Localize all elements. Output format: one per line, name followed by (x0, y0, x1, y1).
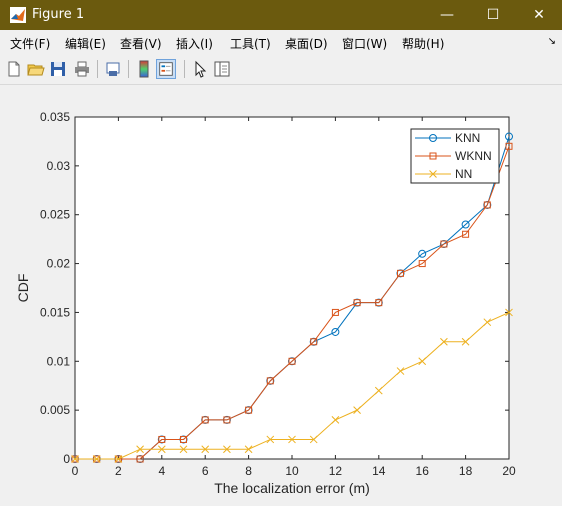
x-tick-label: 16 (416, 464, 430, 478)
x-tick-label: 14 (372, 464, 386, 478)
window-title: Figure 1 (32, 7, 85, 22)
line-chart[interactable]: 0 2 4 6 8 10 12 14 16 18 20 0 0.005 0.01 0.015 0.02 0.02… (0, 85, 562, 506)
menu-tools[interactable]: 工具(T) (230, 35, 271, 52)
legend-label-nn: NN (455, 167, 472, 181)
x-tick-label: 18 (459, 464, 473, 478)
x-tick-label: 2 (115, 464, 122, 478)
colorbar-icon[interactable] (134, 59, 154, 79)
menu-window[interactable]: 窗口(W) (342, 35, 387, 52)
close-button[interactable]: ✕ (516, 0, 562, 30)
x-tick-label: 0 (72, 464, 79, 478)
menu-file[interactable]: 文件(F) (10, 35, 50, 52)
y-tick-label: 0.03 (47, 159, 71, 173)
minimize-button[interactable]: — (424, 0, 470, 30)
y-tick-label: 0.025 (40, 208, 70, 222)
menu-overflow-icon[interactable]: ↘ (548, 36, 556, 47)
y-tick-label: 0 (63, 452, 70, 466)
x-tick-label: 20 (502, 464, 516, 478)
maximize-button[interactable]: ☐ (470, 0, 516, 30)
y-axis-label: CDF (15, 274, 31, 303)
x-tick-label: 12 (329, 464, 343, 478)
legend-label-knn: KNN (455, 131, 480, 145)
toolbar-separator (128, 60, 129, 78)
toolbar-separator (97, 60, 98, 78)
menu-edit[interactable]: 编辑(E) (65, 35, 106, 52)
toolbar (0, 56, 562, 85)
menu-insert[interactable]: 插入(I) (176, 35, 213, 52)
legend-label-wknn: WKNN (455, 149, 492, 163)
y-tick-label: 0.015 (40, 305, 70, 319)
open-folder-icon[interactable] (26, 59, 46, 79)
x-tick-label: 10 (285, 464, 299, 478)
x-tick-label: 4 (158, 464, 165, 478)
y-tick-label: 0.02 (47, 257, 71, 271)
menu-help[interactable]: 帮助(H) (402, 35, 444, 52)
print-preview-icon[interactable] (103, 59, 123, 79)
y-tick-label: 0.005 (40, 403, 70, 417)
title-bar: Figure 1 — ☐ ✕ (0, 0, 562, 30)
y-tick-label: 0.01 (47, 354, 71, 368)
menu-view[interactable]: 查看(V) (120, 35, 162, 52)
matlab-logo-icon (10, 7, 26, 23)
pointer-icon[interactable] (190, 59, 210, 79)
save-icon[interactable] (48, 59, 68, 79)
menu-desktop[interactable]: 桌面(D) (285, 35, 328, 52)
x-tick-label: 6 (202, 464, 209, 478)
y-tick-label: 0.035 (40, 110, 70, 124)
print-icon[interactable] (72, 59, 92, 79)
x-tick-label: 8 (245, 464, 252, 478)
x-axis-label: The localization error (m) (214, 480, 370, 496)
legend-icon[interactable] (156, 59, 176, 79)
property-editor-icon[interactable] (212, 59, 232, 79)
new-file-icon[interactable] (4, 59, 24, 79)
menu-bar: 文件(F) 编辑(E) 查看(V) 插入(I) 工具(T) 桌面(D) 窗口(W… (0, 30, 562, 56)
toolbar-separator (184, 60, 185, 78)
